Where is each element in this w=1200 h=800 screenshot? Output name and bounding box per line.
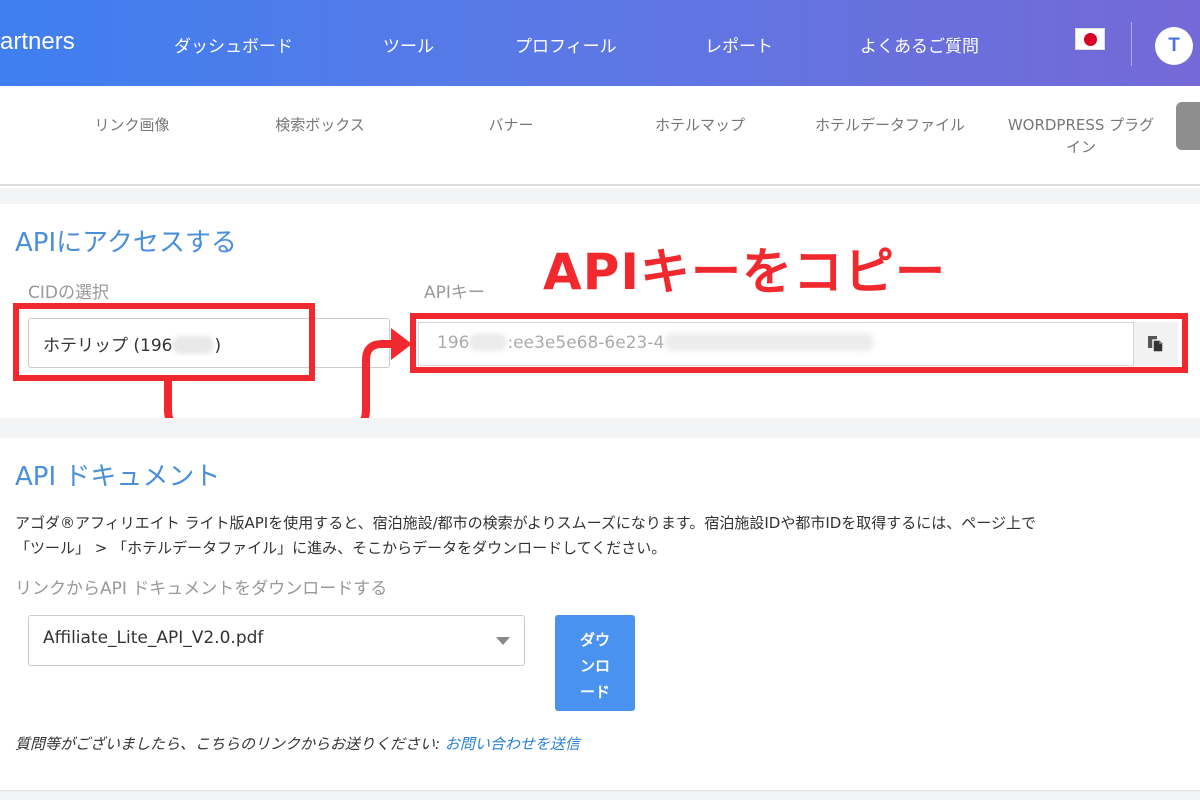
section-gap: [0, 418, 1200, 438]
chevron-down-icon: [496, 637, 510, 645]
api-docs-description-line1: アゴダ®アフィリエイト ライト版APIを使用すると、宿泊施設/都市の検索がよりス…: [15, 514, 1037, 532]
download-button[interactable]: ダウ ンロ ード: [555, 615, 635, 711]
contact-link[interactable]: お問い合わせを送信: [445, 735, 580, 753]
contact-footer: 質問等がございましたら、こちらのリンクからお送りください: お問い合わせを送信: [15, 733, 580, 754]
contact-text: 質問等がございましたら、こちらのリンクからお送りください:: [15, 735, 445, 753]
document-select[interactable]: Affiliate_Lite_API_V2.0.pdf: [28, 615, 525, 666]
api-docs-description-line2: 「ツール」 > 「ホテルデータファイル」に進み、そこからデータをダウンロードして…: [15, 539, 667, 557]
annotation-copy-api-key: APIキーをコピー: [543, 243, 946, 301]
section-gap: [0, 790, 1200, 800]
download-label: リンクからAPI ドキュメントをダウンロードする: [15, 579, 388, 599]
api-docs-title: API ドキュメント: [15, 462, 221, 492]
document-select-value: Affiliate_Lite_API_V2.0.pdf: [43, 628, 264, 648]
